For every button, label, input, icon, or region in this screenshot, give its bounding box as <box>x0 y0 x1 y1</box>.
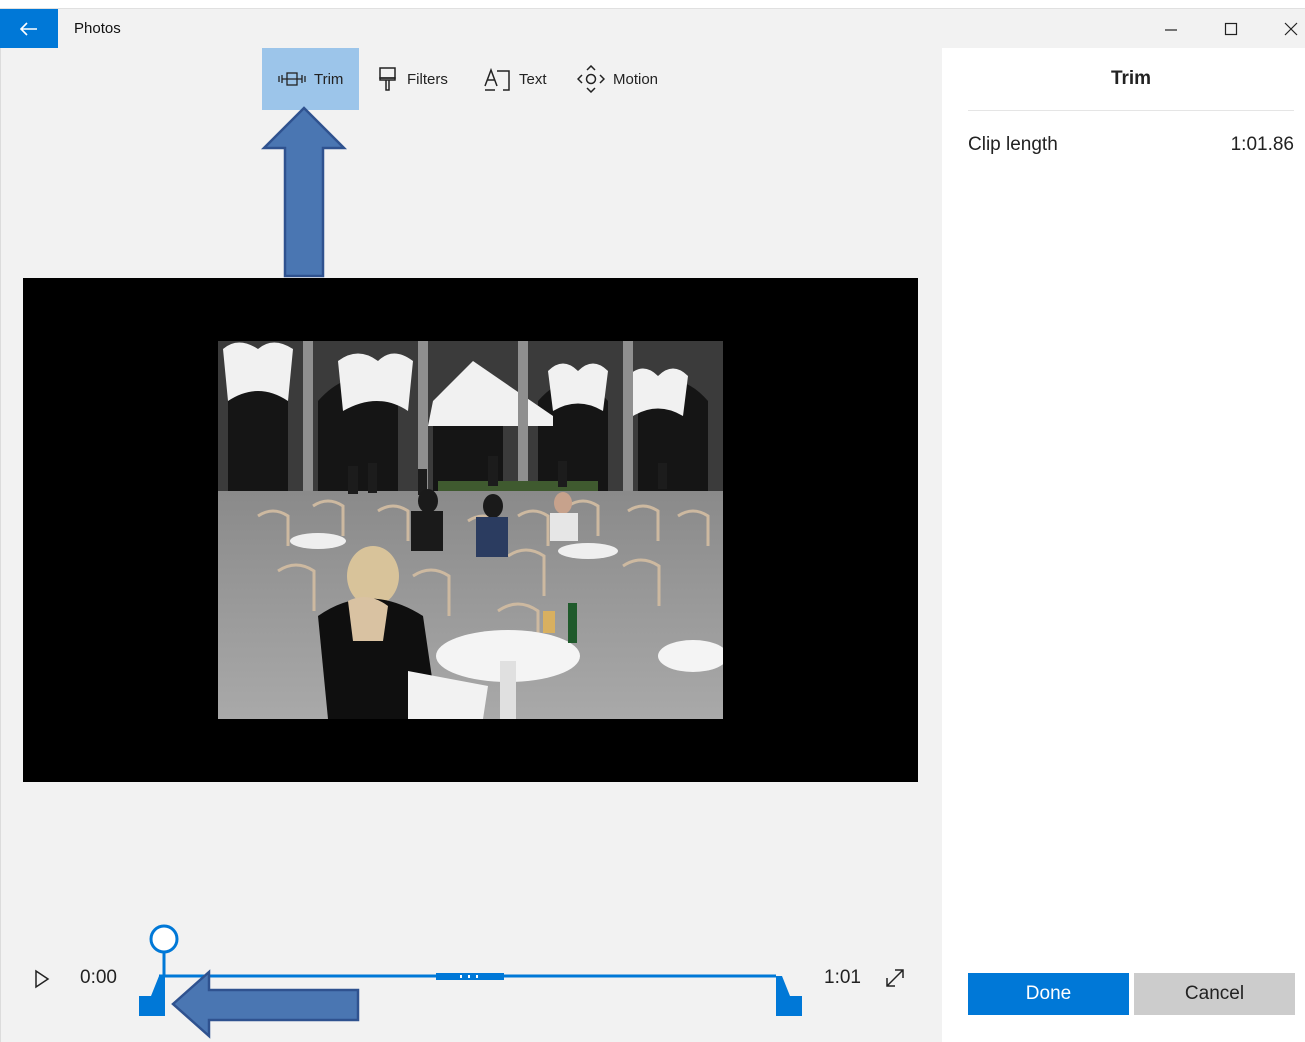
back-button[interactable] <box>0 9 58 49</box>
tab-trim[interactable]: Trim <box>262 48 359 110</box>
title-bar: Photos <box>0 8 1305 49</box>
filters-brush-icon <box>379 67 396 91</box>
expand-icon <box>886 969 904 987</box>
tab-text[interactable]: Text <box>483 48 547 110</box>
drag-grip-dot <box>460 975 462 978</box>
trim-pane: Trim Clip length 1:01.86 Done Cancel <box>942 48 1305 1042</box>
tab-motion-label: Motion <box>613 70 659 88</box>
tab-trim-label: Trim <box>314 70 344 88</box>
app-title: Photos <box>74 20 121 37</box>
current-time: 0:00 <box>80 967 117 988</box>
minimize-button[interactable] <box>1142 9 1200 49</box>
maximize-icon <box>1224 22 1238 36</box>
done-button[interactable]: Done <box>968 973 1129 1015</box>
clip-length-label: Clip length <box>968 134 1058 155</box>
trim-start-handle[interactable] <box>139 976 165 1016</box>
text-icon <box>484 67 510 91</box>
cancel-button[interactable]: Cancel <box>1134 973 1295 1015</box>
drag-grip-dot <box>476 975 478 978</box>
annotation-arrow-up <box>260 106 348 278</box>
drag-grip-dot <box>468 975 470 978</box>
tab-text-label: Text <box>519 70 547 88</box>
tab-motion[interactable]: Motion <box>577 48 658 110</box>
close-button[interactable] <box>1262 9 1305 49</box>
trim-icon <box>278 72 306 86</box>
video-preview[interactable] <box>23 278 918 782</box>
end-time: 1:01 <box>824 967 861 988</box>
motion-icon <box>577 65 605 93</box>
close-icon <box>1284 22 1298 36</box>
minimize-icon <box>1165 29 1177 31</box>
maximize-button[interactable] <box>1202 9 1260 49</box>
divider <box>968 110 1294 111</box>
play-icon <box>35 969 50 989</box>
arrow-left-icon <box>20 22 37 36</box>
tab-filters[interactable]: Filters <box>377 48 448 110</box>
expand-button[interactable] <box>883 966 907 995</box>
editor-area: Trim Filters Text Motion 0:00 1:01 <box>0 48 942 1042</box>
play-button[interactable] <box>31 968 53 995</box>
clip-length-value: 1:01.86 <box>1230 134 1294 155</box>
tab-filters-label: Filters <box>407 70 448 88</box>
video-frame-image <box>218 341 723 719</box>
pane-title: Trim <box>1110 68 1152 89</box>
playhead-knob[interactable] <box>149 924 179 954</box>
annotation-arrow-left <box>171 969 360 1039</box>
trim-end-handle[interactable] <box>776 976 802 1016</box>
